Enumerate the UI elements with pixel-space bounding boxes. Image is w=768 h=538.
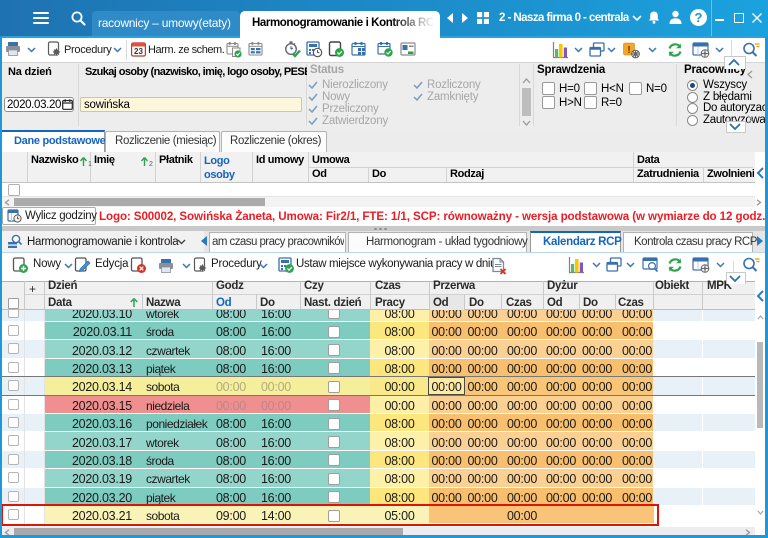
svg-text:23: 23	[134, 47, 143, 56]
svg-text:!: !	[627, 45, 630, 56]
svg-text:1: 1	[88, 161, 92, 167]
svg-text:2: 2	[149, 161, 153, 167]
